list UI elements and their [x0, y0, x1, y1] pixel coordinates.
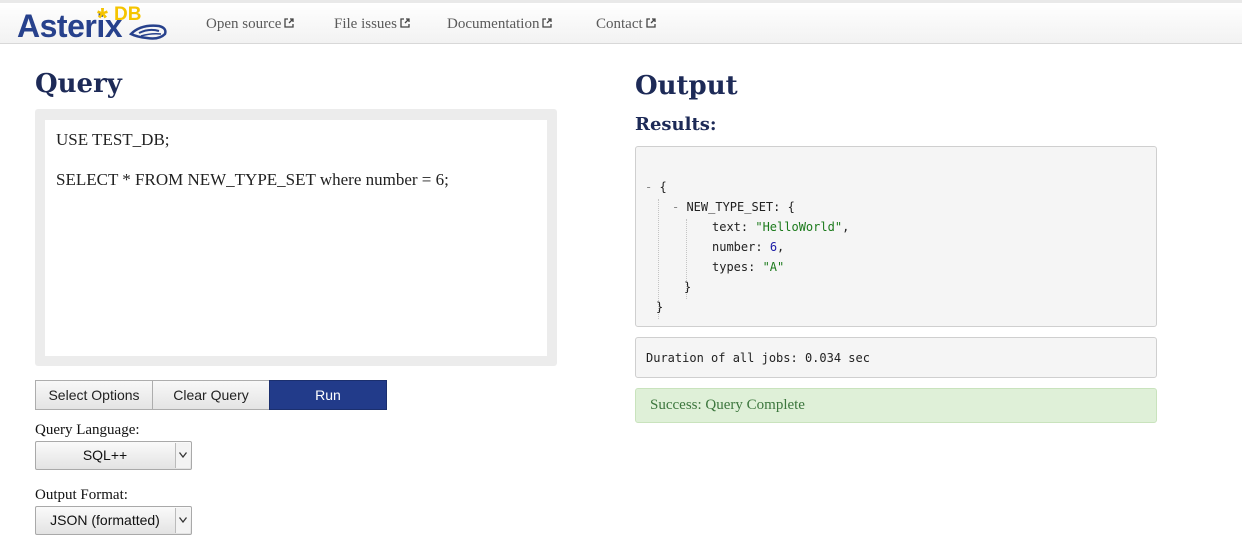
results-panel: - { - NEW_TYPE_SET: { text: "HelloWorld"… — [635, 146, 1157, 327]
json-field-line: text: "HelloWorld", — [712, 220, 850, 234]
nav-link-label: Contact — [596, 16, 643, 32]
external-link-icon — [400, 18, 410, 28]
nav-link-label: Open source — [206, 16, 282, 32]
json-field-line: types: "A" — [712, 260, 785, 274]
query-editor-frame: USE TEST_DB; SELECT * FROM NEW_TYPE_SET … — [35, 109, 557, 366]
query-heading: Query — [35, 69, 122, 99]
output-format-label: Output Format: — [35, 487, 128, 503]
chevron-down-icon — [175, 443, 190, 468]
select-options-button[interactable]: Select Options — [35, 380, 153, 410]
output-heading: Output — [635, 71, 738, 101]
query-language-value: SQL++ — [82, 447, 128, 463]
run-button[interactable]: Run — [269, 380, 387, 410]
json-brace: { — [659, 180, 667, 194]
chevron-down-icon — [175, 508, 190, 533]
query-line: SELECT * FROM NEW_TYPE_SET where number … — [56, 170, 449, 189]
query-line-blank — [56, 150, 536, 170]
json-root-line: - { — [645, 180, 667, 194]
json-object-line: - NEW_TYPE_SET: { — [672, 200, 795, 214]
logo-star: * — [97, 2, 108, 33]
nav-contact-link[interactable]: Contact — [596, 16, 656, 33]
status-alert: Success: Query Complete — [635, 388, 1157, 423]
asterixdb-logo[interactable]: Asterix * DB — [17, 2, 167, 46]
nav-link-label: Documentation — [447, 16, 540, 32]
external-link-icon — [646, 18, 656, 28]
json-key: NEW_TYPE_SET — [686, 200, 774, 214]
query-language-label: Query Language: — [35, 422, 140, 438]
json-key: text — [712, 220, 741, 234]
results-heading: Results: — [635, 114, 717, 135]
json-string-value: "HelloWorld" — [755, 220, 843, 234]
nav-file-issues-link[interactable]: File issues — [334, 16, 410, 33]
external-link-icon — [284, 18, 295, 28]
json-key: number — [712, 240, 756, 254]
json-number-value: 6 — [769, 240, 778, 254]
output-format-select[interactable]: JSON (formatted) — [35, 506, 192, 535]
collapse-toggle-icon[interactable]: - — [645, 180, 659, 194]
query-editor[interactable]: USE TEST_DB; SELECT * FROM NEW_TYPE_SET … — [45, 120, 547, 356]
nav-documentation-link[interactable]: Documentation — [447, 16, 553, 33]
query-language-select[interactable]: SQL++ — [35, 441, 192, 470]
query-line: USE TEST_DB; — [56, 130, 170, 149]
clear-query-button[interactable]: Clear Query — [152, 380, 270, 410]
duration-text: Duration of all jobs: 0.034 sec — [646, 351, 870, 365]
collapse-toggle-icon[interactable]: - — [672, 200, 686, 214]
external-link-icon — [542, 18, 553, 28]
duration-panel: Duration of all jobs: 0.034 sec — [635, 337, 1157, 378]
json-string-value: "A" — [762, 260, 785, 274]
nav-link-label: File issues — [334, 16, 397, 32]
top-navbar: Asterix * DB Open source File issues Doc… — [0, 0, 1242, 44]
nav-open-source-link[interactable]: Open source — [206, 16, 295, 33]
logo-bird-icon — [129, 24, 167, 40]
json-close-line: } — [684, 280, 692, 294]
json-key: types — [712, 260, 749, 274]
output-format-value: JSON (formatted) — [50, 512, 160, 528]
json-close-line: } — [656, 300, 664, 314]
status-text: Success: Query Complete — [650, 397, 805, 413]
json-field-line: number: 6, — [712, 240, 785, 254]
